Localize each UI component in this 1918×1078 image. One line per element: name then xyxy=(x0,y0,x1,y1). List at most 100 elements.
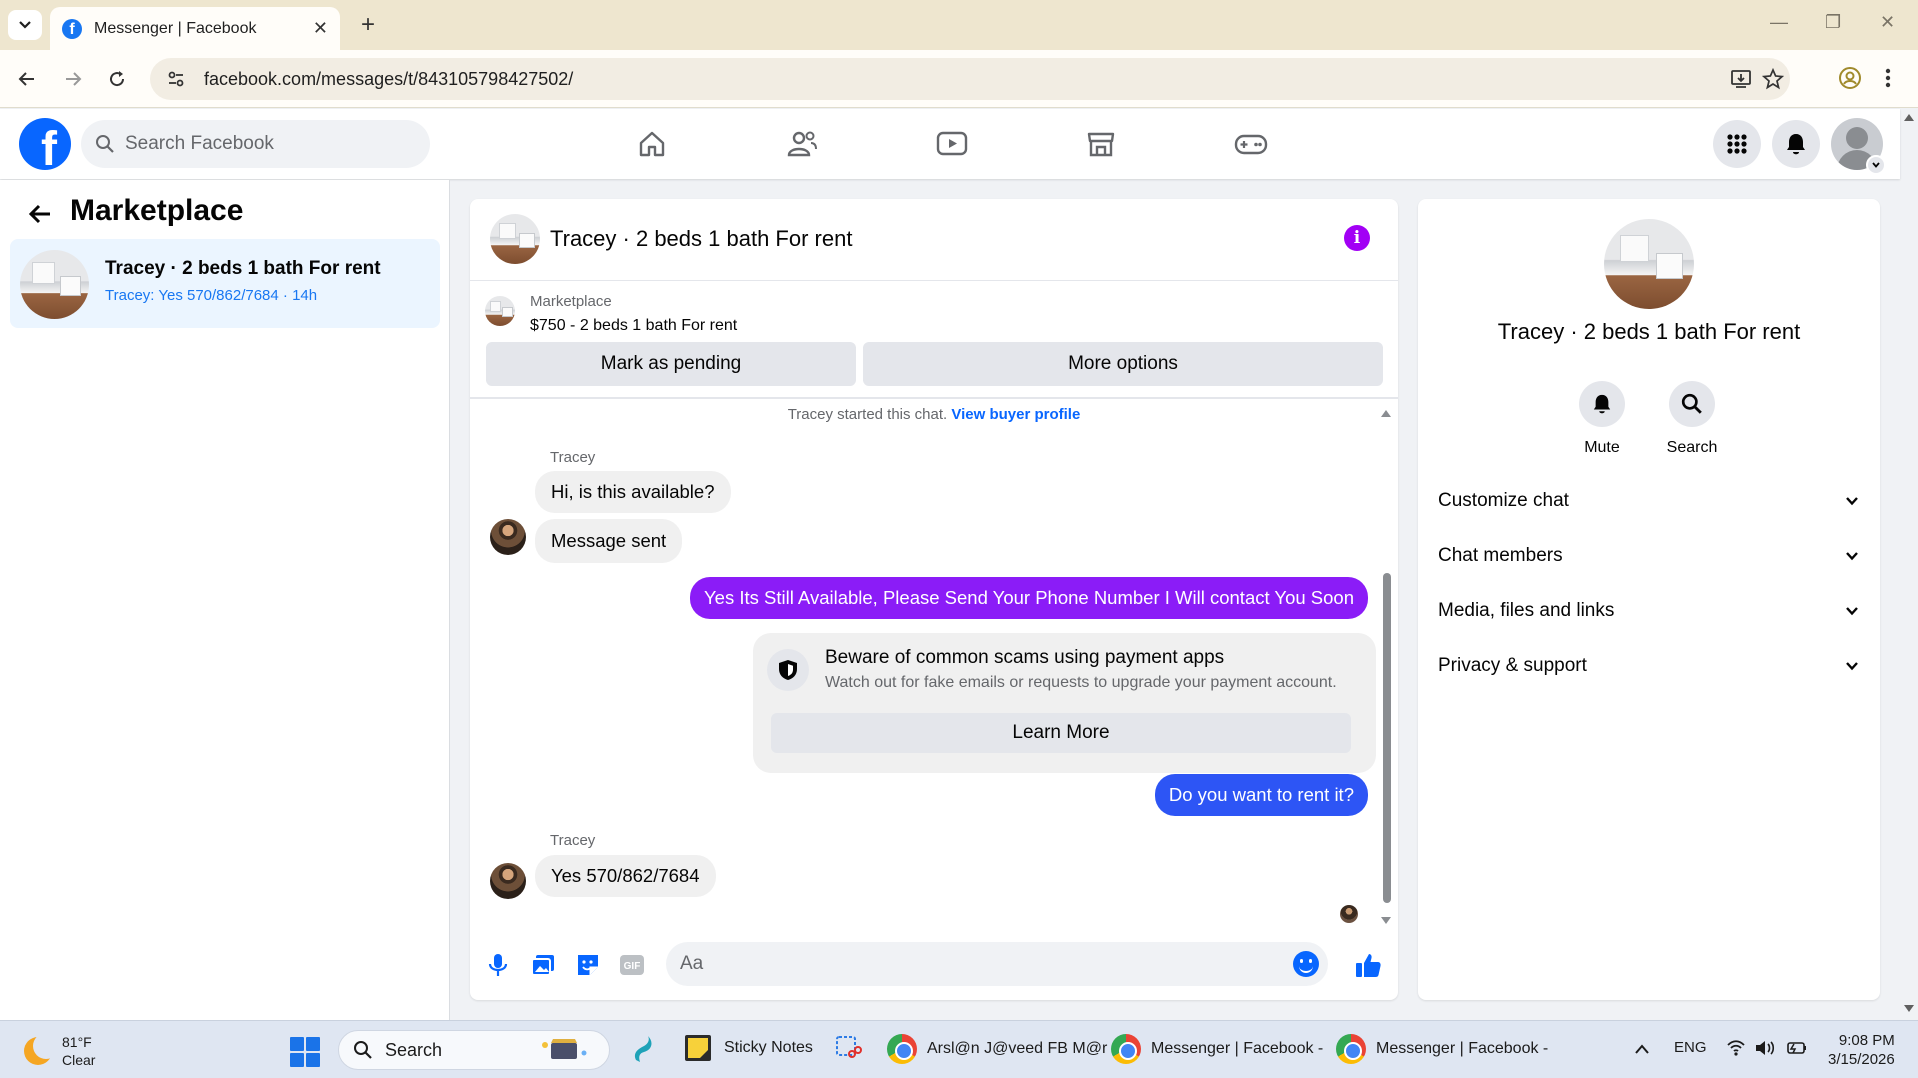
emoji-icon[interactable] xyxy=(1293,951,1319,977)
page-scroll-down-icon[interactable] xyxy=(1903,1004,1915,1014)
learn-more-button[interactable]: Learn More xyxy=(771,713,1351,753)
section-label: Customize chat xyxy=(1438,490,1569,511)
chrome-icon xyxy=(1111,1034,1141,1064)
view-buyer-profile-link[interactable]: View buyer profile xyxy=(951,406,1080,423)
customize-chat-section[interactable]: Customize chat xyxy=(1438,481,1860,521)
conversation-title: Tracey · 2 beds 1 bath For rent xyxy=(105,258,381,279)
taskbar-search[interactable]: Search xyxy=(338,1030,610,1070)
battery-icon[interactable] xyxy=(1785,1039,1807,1057)
incoming-message[interactable]: Message sent xyxy=(535,519,683,563)
media-files-links-section[interactable]: Media, files and links xyxy=(1438,591,1860,631)
arrow-right-icon xyxy=(66,72,82,86)
outgoing-message[interactable]: Do you want to rent it? xyxy=(1154,774,1368,816)
sidebar-title: Marketplace xyxy=(70,194,244,227)
gaming-icon[interactable] xyxy=(1234,129,1268,159)
chevron-down-icon xyxy=(1846,607,1858,616)
shield-icon xyxy=(767,649,809,691)
sticker-icon[interactable] xyxy=(574,951,602,979)
browser-toolbar: facebook.com/messages/t/843105798427502/ xyxy=(0,50,1918,108)
windows-start-icon[interactable] xyxy=(290,1037,320,1067)
incoming-message[interactable]: Hi, is this available? xyxy=(535,471,731,513)
privacy-support-section[interactable]: Privacy & support xyxy=(1438,646,1860,686)
mute-button[interactable]: Mute xyxy=(1562,381,1642,457)
chat-members-section[interactable]: Chat members xyxy=(1438,536,1860,576)
outgoing-message[interactable]: Yes Its Still Available, Please Send You… xyxy=(690,577,1368,619)
language-indicator[interactable]: ENG xyxy=(1674,1039,1707,1056)
notifications-button[interactable] xyxy=(1772,120,1820,168)
gif-icon[interactable]: GIF xyxy=(618,951,646,979)
voice-clip-icon[interactable] xyxy=(484,951,512,979)
windows-taskbar: 81°F Clear Search Sticky Notes Arsl@n J@… xyxy=(0,1020,1918,1078)
chat-scrollbar-thumb[interactable] xyxy=(1383,573,1391,903)
listing-price[interactable]: $750 - 2 beds 1 bath For rent xyxy=(530,317,737,335)
watch-video-icon[interactable] xyxy=(936,129,968,159)
friends-icon[interactable] xyxy=(786,129,818,159)
chevron-up-icon[interactable] xyxy=(1634,1043,1650,1055)
search-in-conversation-button[interactable]: Search xyxy=(1652,381,1732,457)
site-info-icon[interactable] xyxy=(166,69,186,89)
install-app-icon[interactable] xyxy=(1730,68,1752,90)
home-icon[interactable] xyxy=(637,129,667,159)
new-tab-button[interactable]: + xyxy=(354,11,382,39)
browser-tab-strip: f Messenger | Facebook ✕ + — ❐ ✕ xyxy=(0,0,1918,50)
address-bar[interactable]: facebook.com/messages/t/843105798427502/ xyxy=(150,58,1790,100)
search-icon xyxy=(96,135,114,153)
menu-apps-button[interactable] xyxy=(1713,120,1761,168)
close-window-icon[interactable]: ✕ xyxy=(1880,12,1895,33)
mark-as-pending-button[interactable]: Mark as pending xyxy=(486,342,856,386)
incoming-message[interactable]: Yes 570/862/7684 xyxy=(535,855,716,897)
conversation-list-item[interactable]: Tracey · 2 beds 1 bath For rent Tracey: … xyxy=(10,239,440,328)
chevron-down-icon xyxy=(1846,662,1858,671)
info-title: Tracey · 2 beds 1 bath For rent xyxy=(1497,319,1801,344)
account-chevron-icon[interactable] xyxy=(1866,155,1886,175)
sender-avatar[interactable] xyxy=(490,519,526,555)
chat-title[interactable]: Tracey · 2 beds 1 bath For rent xyxy=(550,226,852,252)
taskbar-sticky-notes[interactable]: Sticky Notes xyxy=(684,1034,813,1062)
facebook-favicon-icon: f xyxy=(62,18,82,39)
reload-button[interactable] xyxy=(104,66,130,92)
profile-icon[interactable] xyxy=(1838,66,1862,90)
search-label: Search xyxy=(1666,439,1718,456)
wifi-icon[interactable] xyxy=(1726,1039,1746,1057)
chat-listing-thumbnail[interactable] xyxy=(490,214,540,264)
page-scroll-up-icon[interactable] xyxy=(1903,112,1915,122)
system-clock[interactable]: 9:08 PM 3/15/2026 xyxy=(1828,1031,1895,1069)
facebook-search-input[interactable]: Search Facebook xyxy=(81,120,430,168)
weather-widget[interactable]: 81°F Clear xyxy=(24,1033,95,1069)
search-highlight-icon xyxy=(542,1039,587,1059)
minimize-window-icon[interactable]: — xyxy=(1770,12,1788,33)
like-thumbs-up-icon[interactable] xyxy=(1354,951,1382,979)
browser-tab-messenger[interactable]: f Messenger | Facebook ✕ xyxy=(50,7,340,50)
chevron-down-icon xyxy=(19,21,31,29)
forward-button[interactable] xyxy=(60,66,86,92)
restore-window-icon[interactable]: ❐ xyxy=(1825,12,1841,33)
taskbar-chrome-messenger-1[interactable]: Messenger | Facebook - xyxy=(1111,1034,1323,1064)
info-listing-thumbnail[interactable] xyxy=(1604,219,1694,309)
clock-date: 3/15/2026 xyxy=(1828,1051,1895,1068)
bookmark-star-icon[interactable] xyxy=(1762,68,1784,90)
seen-by-avatar xyxy=(1340,905,1358,923)
message-input[interactable]: Aa xyxy=(666,942,1328,986)
back-arrow-icon[interactable] xyxy=(26,200,54,228)
gif-label: GIF xyxy=(624,961,641,972)
tab-close-icon[interactable]: ✕ xyxy=(313,18,328,39)
listing-small-thumbnail xyxy=(485,296,515,326)
facebook-logo-icon[interactable]: f xyxy=(19,118,71,170)
volume-icon[interactable] xyxy=(1754,1039,1776,1057)
browser-menu-icon[interactable] xyxy=(1884,66,1892,90)
back-button[interactable] xyxy=(14,66,40,92)
sender-avatar[interactable] xyxy=(490,863,526,899)
attach-photo-icon[interactable] xyxy=(529,951,557,979)
marketplace-icon[interactable] xyxy=(1086,129,1116,159)
taskbar-chrome-messenger-2[interactable]: Messenger | Facebook - xyxy=(1336,1034,1548,1064)
tab-search-dropdown-button[interactable] xyxy=(8,10,42,40)
taskbar-snipping-tool[interactable] xyxy=(834,1034,862,1062)
address-url[interactable]: facebook.com/messages/t/843105798427502/ xyxy=(204,69,573,90)
scam-warning-title: Beware of common scams using payment app… xyxy=(825,647,1225,668)
taskbar-chrome-profile-1[interactable]: Arsl@n J@veed FB M@r xyxy=(887,1034,1107,1064)
more-options-button[interactable]: More options xyxy=(863,342,1383,386)
grid-menu-icon xyxy=(1727,134,1747,154)
conversation-info-icon[interactable]: i xyxy=(1344,225,1370,251)
taskbar-surfshark-icon[interactable] xyxy=(630,1034,656,1064)
taskbar-app-label: Messenger | Facebook - xyxy=(1151,1040,1324,1057)
